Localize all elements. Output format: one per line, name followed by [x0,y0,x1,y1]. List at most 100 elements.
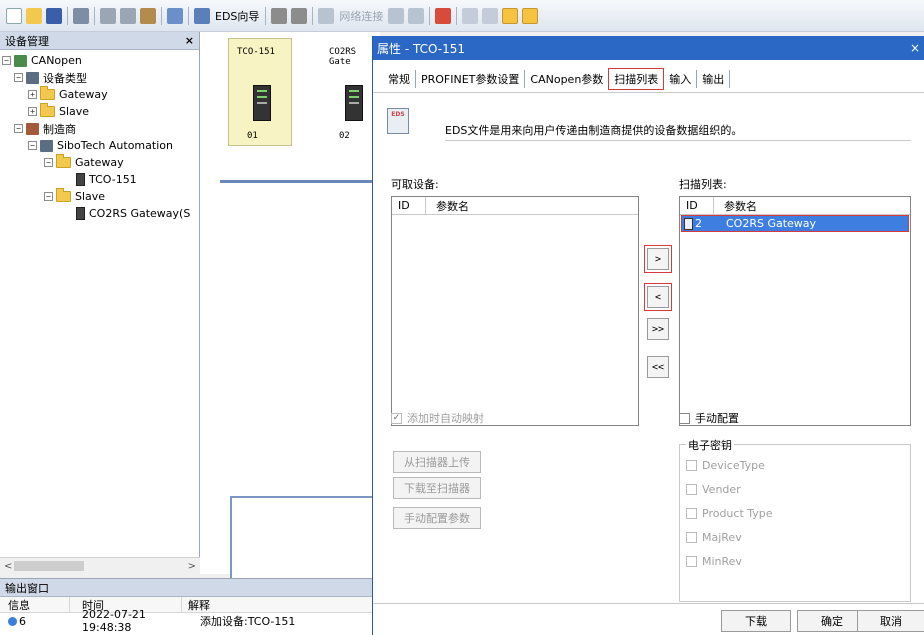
ekey-minrev-checkbox[interactable]: MinRev [686,555,742,568]
collapse-icon[interactable]: − [2,56,11,65]
eds-description: EDS文件是用来向用户传递由制造商提供的设备数据组织的。 [445,124,743,137]
remove-all-button[interactable]: << [647,356,669,378]
tree-item-slave-type[interactable]: + Slave [28,103,89,120]
tab-canopen-params[interactable]: CANopen参数 [525,70,608,88]
ekey-devicetype-checkbox[interactable]: DeviceType [686,459,765,472]
ekey-product-type-checkbox[interactable]: Product Type [686,507,773,520]
download-to-scanner-button[interactable]: 下载至扫描器 [393,477,481,499]
auto-map-checkbox[interactable]: ✓ 添加时自动映射 [391,410,484,426]
column-header-id[interactable]: ID [680,197,714,214]
close-icon[interactable]: × [910,41,920,55]
tab-general[interactable]: 常规 [383,70,416,88]
download-icon[interactable] [482,7,499,24]
network-icon[interactable] [318,7,335,24]
scroll-thumb[interactable] [14,561,84,571]
tree-item-gateway-type[interactable]: + Gateway [28,86,108,103]
tree-item-vendor[interactable]: − SiboTech Automation [28,137,173,154]
tree-item-manufacturer[interactable]: − 制造商 [14,120,76,137]
tree-item-label: 制造商 [43,122,76,136]
horizontal-scrollbar[interactable]: < > [0,557,200,574]
network-icon [14,54,27,67]
collapse-icon[interactable]: − [28,141,37,150]
collapse-icon[interactable]: − [14,124,23,133]
tab-profinet-params[interactable]: PROFINET参数设置 [416,70,526,88]
checkbox-box[interactable] [686,556,697,567]
folder-icon [56,188,71,202]
scroll-left-button[interactable]: < [4,561,12,572]
output-row[interactable]: 6 2022-07-21 19:48:38 添加设备:TCO-151 [0,608,372,634]
delete-icon[interactable] [435,7,452,24]
checkbox-box[interactable] [679,412,690,424]
cut-icon[interactable] [100,7,116,24]
tree-item-label: 设备类型 [43,71,87,85]
open-folder-icon[interactable] [26,7,42,24]
collapse-icon[interactable]: − [44,158,53,167]
tab-output[interactable]: 输出 [697,70,731,88]
collapse-icon[interactable]: − [44,192,53,201]
print-icon[interactable] [73,7,89,24]
window-layout-icon[interactable] [502,7,519,24]
tree-item-vendor-slave[interactable]: − Slave [44,188,105,205]
eds-wizard-button[interactable]: EDS向导 [215,8,259,24]
output-window-icon[interactable] [522,7,539,24]
remove-from-scan-list-button[interactable]: < [644,283,672,311]
download-button[interactable]: 下载 [721,610,791,632]
device-manager-title: 设备管理 [5,34,49,48]
ekey-vender-checkbox[interactable]: Vender [686,483,741,496]
available-devices-list[interactable]: ID 参数名 [391,196,639,426]
column-header-id[interactable]: ID [392,197,426,214]
column-header-name[interactable]: 参数名 [426,198,469,214]
ekey-majrev-checkbox[interactable]: MajRev [686,531,742,544]
upload-from-scanner-button[interactable]: 从扫描器上传 [393,451,481,473]
checkbox-box[interactable] [686,532,697,543]
monitor-icon[interactable] [388,7,405,24]
copy-icon[interactable] [120,7,136,24]
scan-row-name: CO2RS Gateway [726,217,817,230]
save-icon[interactable] [46,7,62,24]
network-canvas[interactable]: TCO-151 01 CO2RS Gate 02 [200,32,384,600]
tree-item-tco-151[interactable]: TCO-151 [74,171,137,188]
ekey-label: Product Type [702,507,773,520]
collapse-icon[interactable]: − [14,73,23,82]
tree-item-canopen[interactable]: − CANopen [2,52,82,69]
eds-wizard-icon[interactable] [194,7,210,24]
add-all-button[interactable]: >> [647,318,669,340]
tree-item-vendor-gateway[interactable]: − Gateway [44,154,124,171]
find-icon[interactable] [291,7,308,24]
tree-item-device-type[interactable]: − 设备类型 [14,69,87,86]
expand-icon[interactable]: + [28,107,37,116]
auto-map-label: 添加时自动映射 [407,412,484,425]
scan-list-row[interactable]: 2 CO2RS Gateway [681,215,909,232]
electronic-key-title: 电子密钥 [686,437,734,453]
properties-icon[interactable] [167,7,183,24]
cancel-button[interactable]: 取消 [857,610,924,632]
column-header-info[interactable]: 信息 [0,596,70,613]
binoculars-icon[interactable] [271,7,288,24]
ekey-label: DeviceType [702,459,765,472]
checkbox-box[interactable] [686,460,697,471]
network-connect-button[interactable]: 网络连接 [339,8,383,24]
dialog-titlebar[interactable]: 属性 - TCO-151 × [373,36,924,60]
scroll-right-button[interactable]: > [188,561,196,572]
checkbox-box[interactable] [686,484,697,495]
expand-icon[interactable]: + [28,90,37,99]
device-node-tco-151[interactable]: TCO-151 01 [228,38,292,146]
new-file-icon[interactable] [6,7,22,24]
tab-input[interactable]: 输入 [664,70,698,88]
scan-list[interactable]: ID 参数名 2 CO2RS Gateway [679,196,911,426]
manual-config-params-button[interactable]: 手动配置参数 [393,507,481,529]
topology-icon[interactable] [408,7,425,24]
tab-scan-list[interactable]: 扫描列表 [608,68,665,90]
checkbox-box[interactable] [686,508,697,519]
manual-config-checkbox[interactable]: 手动配置 [679,410,739,426]
column-header-name[interactable]: 参数名 [714,198,757,214]
ekey-label: MajRev [702,531,742,544]
tree-item-co2rs[interactable]: CO2RS Gateway(S [74,205,190,222]
paste-icon[interactable] [140,7,156,24]
close-icon[interactable]: × [185,34,194,47]
upload-icon[interactable] [462,7,479,24]
toolbar-separator [456,6,458,25]
checkbox-box[interactable]: ✓ [391,412,402,424]
device-icon [76,173,85,186]
add-to-scan-list-button[interactable]: > [644,245,672,273]
